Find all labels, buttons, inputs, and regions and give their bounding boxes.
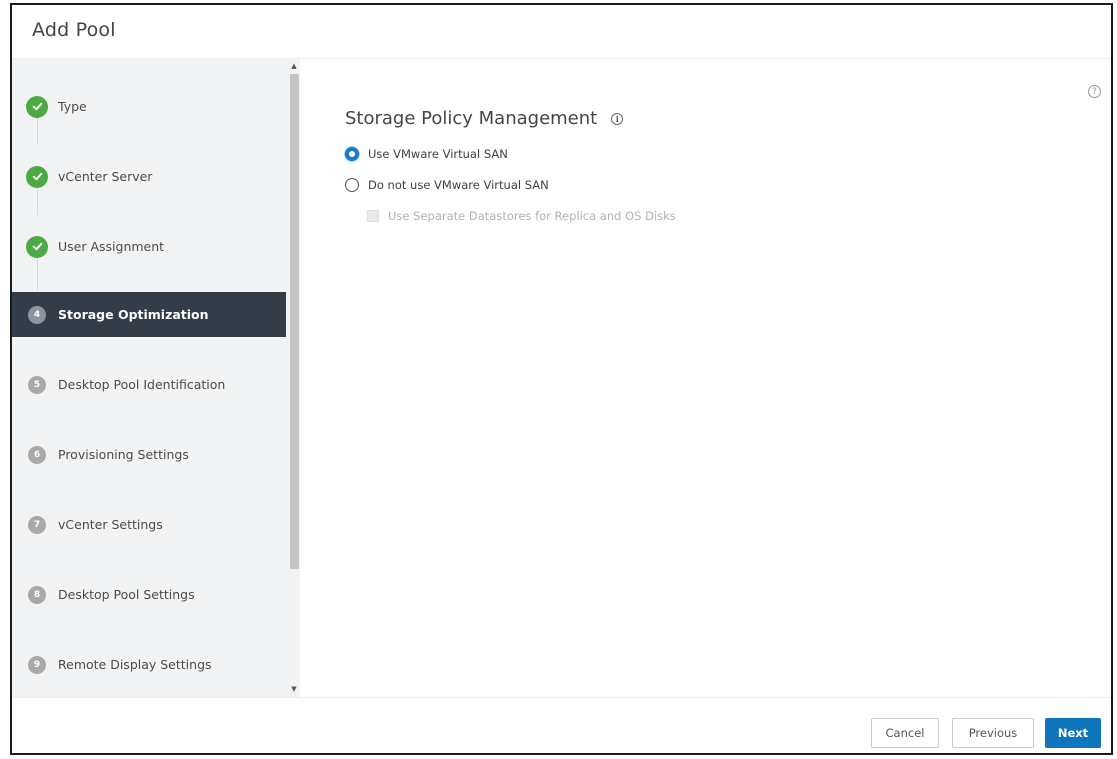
scroll-up-arrow-icon[interactable]: ▲	[290, 62, 298, 70]
step-label: vCenter Server	[58, 169, 153, 184]
step-number-badge: 8	[28, 585, 46, 604]
radio-label: Use VMware Virtual SAN	[368, 147, 508, 161]
step-remote-display-settings[interactable]: 9 Remote Display Settings	[12, 642, 286, 687]
step-label: Remote Display Settings	[58, 657, 212, 672]
check-icon	[26, 165, 48, 188]
radio-do-not-use-vsan[interactable]: Do not use VMware Virtual SAN	[345, 178, 549, 192]
step-desktop-pool-identification[interactable]: 5 Desktop Pool Identification	[12, 362, 286, 407]
step-label: Storage Optimization	[58, 307, 209, 322]
heading-text: Storage Policy Management	[345, 108, 598, 129]
step-label: Desktop Pool Identification	[58, 377, 226, 392]
next-button[interactable]: Next	[1045, 718, 1101, 748]
check-icon	[26, 235, 48, 258]
step-label: Desktop Pool Settings	[58, 587, 195, 602]
page-heading: Storage Policy Management i	[345, 108, 624, 129]
checkbox-label: Use Separate Datastores for Replica and …	[388, 209, 676, 223]
info-icon[interactable]: i	[611, 112, 624, 125]
step-number-badge: 9	[28, 655, 46, 674]
radio-use-vsan[interactable]: Use VMware Virtual SAN	[345, 147, 508, 161]
wizard-steps-sidebar: Type vCenter Server User Assignment 4 St…	[12, 59, 300, 697]
step-desktop-pool-settings[interactable]: 8 Desktop Pool Settings	[12, 572, 286, 617]
step-vcenter-settings[interactable]: 7 vCenter Settings	[12, 502, 286, 547]
previous-button[interactable]: Previous	[952, 718, 1034, 748]
step-label: Type	[58, 99, 87, 114]
step-label: vCenter Settings	[58, 517, 163, 532]
step-provisioning-settings[interactable]: 6 Provisioning Settings	[12, 432, 286, 477]
separate-datastores-checkbox-row: Use Separate Datastores for Replica and …	[367, 209, 676, 223]
help-icon[interactable]: ?	[1088, 85, 1101, 98]
radio-label: Do not use VMware Virtual SAN	[368, 178, 549, 192]
radio-selected-icon[interactable]	[345, 147, 359, 161]
add-pool-dialog: Add Pool Type vCenter Server User Assign…	[10, 3, 1113, 755]
sidebar-scrollbar[interactable]: ▲ ▼	[288, 59, 300, 697]
step-number-badge: 7	[28, 515, 46, 534]
cancel-button[interactable]: Cancel	[871, 718, 939, 748]
step-type[interactable]: Type	[12, 84, 286, 129]
scroll-down-arrow-icon[interactable]: ▼	[290, 685, 298, 693]
step-user-assignment[interactable]: User Assignment	[12, 224, 286, 269]
step-vcenter-server[interactable]: vCenter Server	[12, 154, 286, 199]
scrollbar-thumb[interactable]	[290, 74, 299, 569]
separate-datastores-checkbox	[367, 210, 379, 222]
footer-divider	[12, 697, 1111, 698]
radio-unselected-icon[interactable]	[345, 178, 359, 192]
step-number-badge: 4	[28, 305, 46, 324]
step-number-badge: 5	[28, 375, 46, 394]
check-icon	[26, 95, 48, 118]
step-label: Provisioning Settings	[58, 447, 189, 462]
step-number-badge: 6	[28, 445, 46, 464]
dialog-title: Add Pool	[32, 19, 116, 41]
step-storage-optimization[interactable]: 4 Storage Optimization	[12, 292, 286, 337]
step-label: User Assignment	[58, 239, 165, 254]
